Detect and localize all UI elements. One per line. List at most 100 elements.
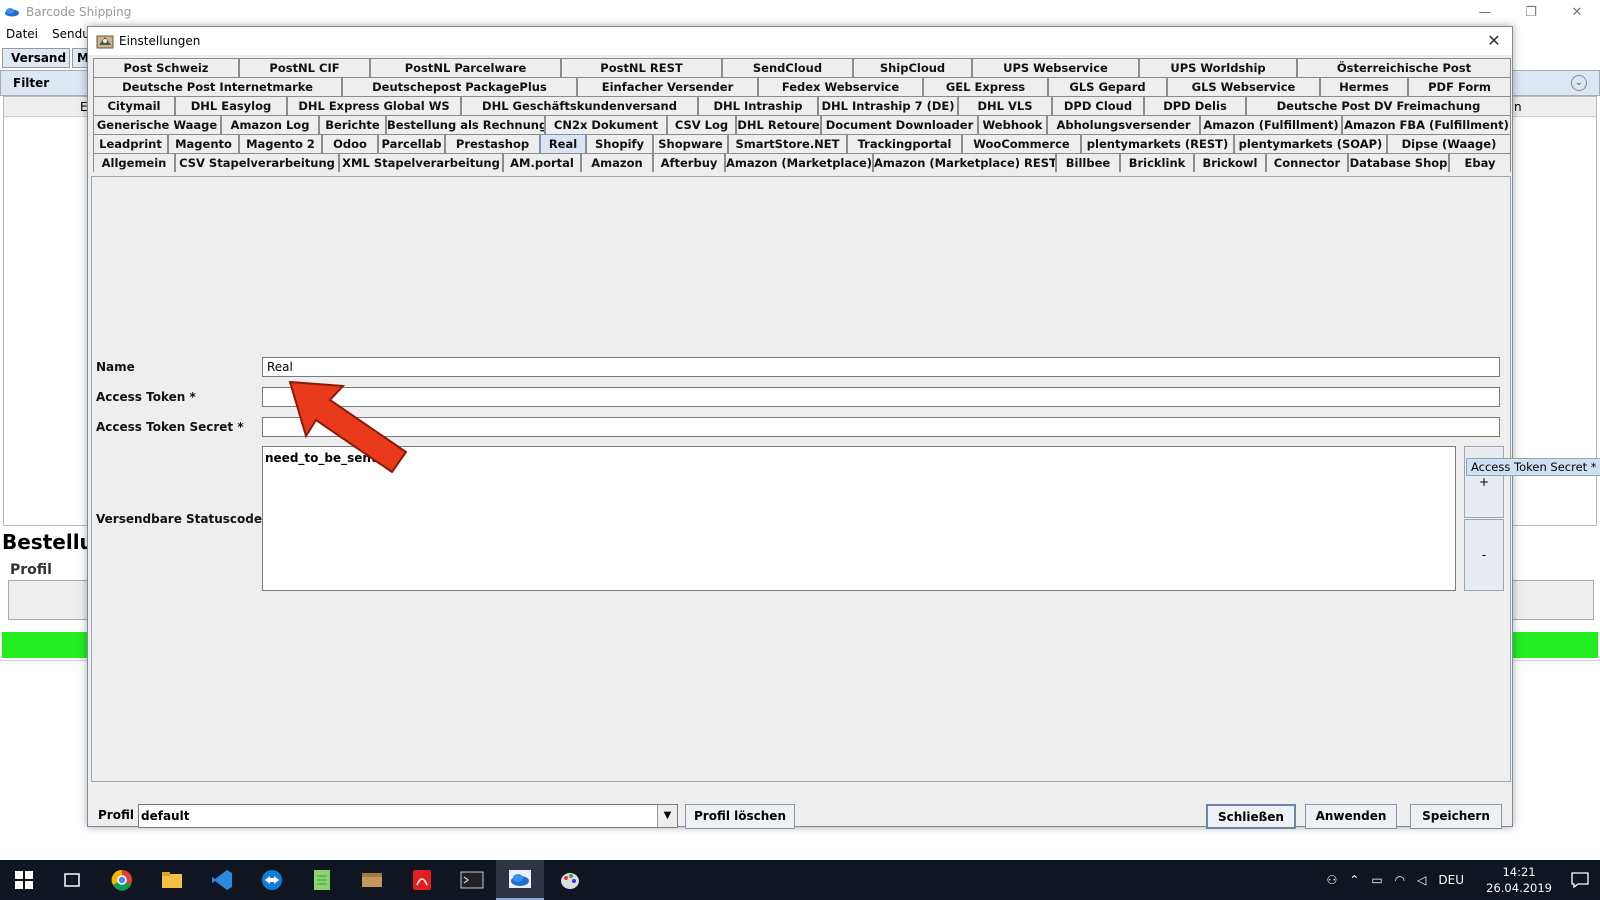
- save-button[interactable]: Speichern: [1410, 804, 1502, 829]
- tab-csv-log[interactable]: CSV Log: [667, 115, 736, 134]
- tab-ups-worldship[interactable]: UPS Worldship: [1139, 58, 1297, 77]
- tab-dhl-intraship[interactable]: DHL Intraship: [698, 96, 818, 115]
- terminal-taskbar-button[interactable]: [448, 860, 496, 900]
- tab-postnl-parcelware[interactable]: PostNL Parcelware: [370, 58, 561, 77]
- tab-real[interactable]: Real: [540, 134, 586, 153]
- remove-statuscode-button[interactable]: -: [1464, 519, 1504, 591]
- tab-dhl-vls[interactable]: DHL VLS: [958, 96, 1052, 115]
- tab-abholungsversender[interactable]: Abholungsversender: [1047, 115, 1200, 134]
- tab-prestashop[interactable]: Prestashop: [445, 134, 540, 153]
- tab-amazon-marketplace-rest[interactable]: Amazon (Marketplace) REST: [873, 153, 1056, 172]
- tab-smartstore-net[interactable]: SmartStore.NET: [728, 134, 847, 153]
- barcode-shipping-taskbar-button[interactable]: [496, 860, 544, 900]
- dialog-titlebar[interactable]: Einstellungen ✕: [88, 27, 1512, 55]
- menu-sendungen[interactable]: Sendu: [52, 27, 90, 41]
- tab-pdf-form[interactable]: PDF Form: [1408, 77, 1511, 96]
- tab-parcellab[interactable]: Parcellab: [378, 134, 445, 153]
- tab-citymail[interactable]: Citymail: [93, 96, 175, 115]
- paint-taskbar-button[interactable]: [546, 860, 594, 900]
- tab-billbee[interactable]: Billbee: [1056, 153, 1120, 172]
- tab-connector[interactable]: Connector: [1266, 153, 1348, 172]
- tab-dhl-easylog[interactable]: DHL Easylog: [175, 96, 287, 115]
- access-token-secret-input[interactable]: [262, 417, 1500, 437]
- close-button[interactable]: Schließen: [1206, 804, 1296, 829]
- tab-magento-2[interactable]: Magento 2: [239, 134, 322, 153]
- tab-dpd-cloud[interactable]: DPD Cloud: [1052, 96, 1144, 115]
- tab-ebay[interactable]: Ebay: [1449, 153, 1511, 172]
- tab-einfacher-versender[interactable]: Einfacher Versender: [577, 77, 758, 96]
- tab-bricklink[interactable]: Bricklink: [1120, 153, 1194, 172]
- tab-gls-gepard[interactable]: GLS Gepard: [1048, 77, 1167, 96]
- tab-xml-stapelverarbeitung[interactable]: XML Stapelverarbeitung: [339, 153, 503, 172]
- tab-sendcloud[interactable]: SendCloud: [722, 58, 853, 77]
- volume-icon[interactable]: ◁: [1417, 873, 1426, 887]
- tab-fedex-webservice[interactable]: Fedex Webservice: [758, 77, 923, 96]
- statuscodes-list[interactable]: need_to_be_sent: [262, 446, 1456, 591]
- dialog-close-button[interactable]: ✕: [1484, 31, 1504, 51]
- tab-shopify[interactable]: Shopify: [586, 134, 653, 153]
- tab-amazon-marketplace[interactable]: Amazon (Marketplace): [725, 153, 873, 172]
- tab-deutsche-post-internetmarke[interactable]: Deutsche Post Internetmarke: [93, 77, 342, 96]
- tab-plentymarkets-soap[interactable]: plentymarkets (SOAP): [1234, 134, 1387, 153]
- menu-datei[interactable]: Datei: [6, 27, 38, 41]
- add-statuscode-button[interactable]: +: [1464, 446, 1504, 518]
- action-center-button[interactable]: [1560, 860, 1600, 900]
- tab-document-downloader[interactable]: Document Downloader: [821, 115, 978, 134]
- tab-dhl-intraship-7-de[interactable]: DHL Intraship 7 (DE): [818, 96, 958, 115]
- tab-webhook[interactable]: Webhook: [978, 115, 1047, 134]
- collapse-filter-icon[interactable]: ⌄: [1571, 75, 1587, 91]
- minimize-button[interactable]: —: [1462, 0, 1508, 24]
- tab-trackingportal[interactable]: Trackingportal: [847, 134, 962, 153]
- tab-odoo[interactable]: Odoo: [322, 134, 378, 153]
- clock[interactable]: 14:21 26.04.2019: [1486, 864, 1552, 896]
- tab-österreichische-post[interactable]: Österreichische Post: [1297, 58, 1511, 77]
- chrome-taskbar-button[interactable]: [98, 860, 146, 900]
- tab-shopware[interactable]: Shopware: [653, 134, 728, 153]
- tab-database-shop[interactable]: Database Shop: [1348, 153, 1449, 172]
- tab-hermes[interactable]: Hermes: [1320, 77, 1408, 96]
- notepad-taskbar-button[interactable]: [298, 860, 346, 900]
- wifi-icon[interactable]: ◠: [1395, 873, 1405, 887]
- task-view-button[interactable]: [48, 860, 96, 900]
- tab-postnl-cif[interactable]: PostNL CIF: [239, 58, 370, 77]
- tab-gls-webservice[interactable]: GLS Webservice: [1167, 77, 1320, 96]
- delete-profile-button[interactable]: Profil löschen: [685, 804, 795, 829]
- tab-shipcloud[interactable]: ShipCloud: [853, 58, 972, 77]
- tab-dhl-geschäftskundenversand[interactable]: DHL Geschäftskundenversand: [461, 96, 698, 115]
- tab-brickowl[interactable]: Brickowl: [1194, 153, 1266, 172]
- tab-post-schweiz[interactable]: Post Schweiz: [93, 58, 239, 77]
- tab-postnl-rest[interactable]: PostNL REST: [561, 58, 722, 77]
- tab-dhl-retoure[interactable]: DHL Retoure: [736, 115, 821, 134]
- tab-deutsche-post-dv-freimachung[interactable]: Deutsche Post DV Freimachung: [1246, 96, 1511, 115]
- people-icon[interactable]: ⚇: [1327, 873, 1338, 887]
- battery-icon[interactable]: ▭: [1371, 873, 1382, 887]
- chevron-down-icon[interactable]: ▼: [657, 805, 677, 827]
- tab-bestellung-als-rechnung[interactable]: Bestellung als Rechnung: [386, 115, 545, 134]
- teamviewer-taskbar-button[interactable]: [248, 860, 296, 900]
- tab-ups-webservice[interactable]: UPS Webservice: [972, 58, 1139, 77]
- tab-amazon-log[interactable]: Amazon Log: [221, 115, 319, 134]
- tab-allgemein[interactable]: Allgemein: [93, 153, 175, 172]
- tab-deutschepost-packageplus[interactable]: Deutschepost PackagePlus: [342, 77, 577, 96]
- tab-amazon[interactable]: Amazon: [581, 153, 653, 172]
- tab-leadprint[interactable]: Leadprint: [93, 134, 168, 153]
- tab-am-portal[interactable]: AM.portal: [503, 153, 581, 172]
- tab-csv-stapelverarbeitung[interactable]: CSV Stapelverarbeitung: [175, 153, 339, 172]
- tab-dhl-express-global-ws[interactable]: DHL Express Global WS: [287, 96, 461, 115]
- language-indicator[interactable]: DEU: [1438, 873, 1464, 887]
- tab-gel-express[interactable]: GEL Express: [923, 77, 1048, 96]
- package-taskbar-button[interactable]: [348, 860, 396, 900]
- tab-woocommerce[interactable]: WooCommerce: [962, 134, 1081, 153]
- list-item[interactable]: need_to_be_sent: [265, 451, 1453, 465]
- restore-button[interactable]: ❐: [1508, 0, 1554, 24]
- tab-dpd-delis[interactable]: DPD Delis: [1144, 96, 1246, 115]
- tab-amazon-fulfillment[interactable]: Amazon (Fulfillment): [1200, 115, 1342, 134]
- vscode-taskbar-button[interactable]: [198, 860, 246, 900]
- name-input[interactable]: Real: [262, 357, 1500, 377]
- tab-berichte[interactable]: Berichte: [319, 115, 386, 134]
- profil-select[interactable]: default ▼: [138, 804, 678, 828]
- tab-plentymarkets-rest[interactable]: plentymarkets (REST): [1081, 134, 1234, 153]
- tab-versand[interactable]: Versand: [2, 48, 70, 68]
- chevron-up-icon[interactable]: ⌃: [1349, 873, 1359, 887]
- tab-generische-waage[interactable]: Generische Waage: [93, 115, 221, 134]
